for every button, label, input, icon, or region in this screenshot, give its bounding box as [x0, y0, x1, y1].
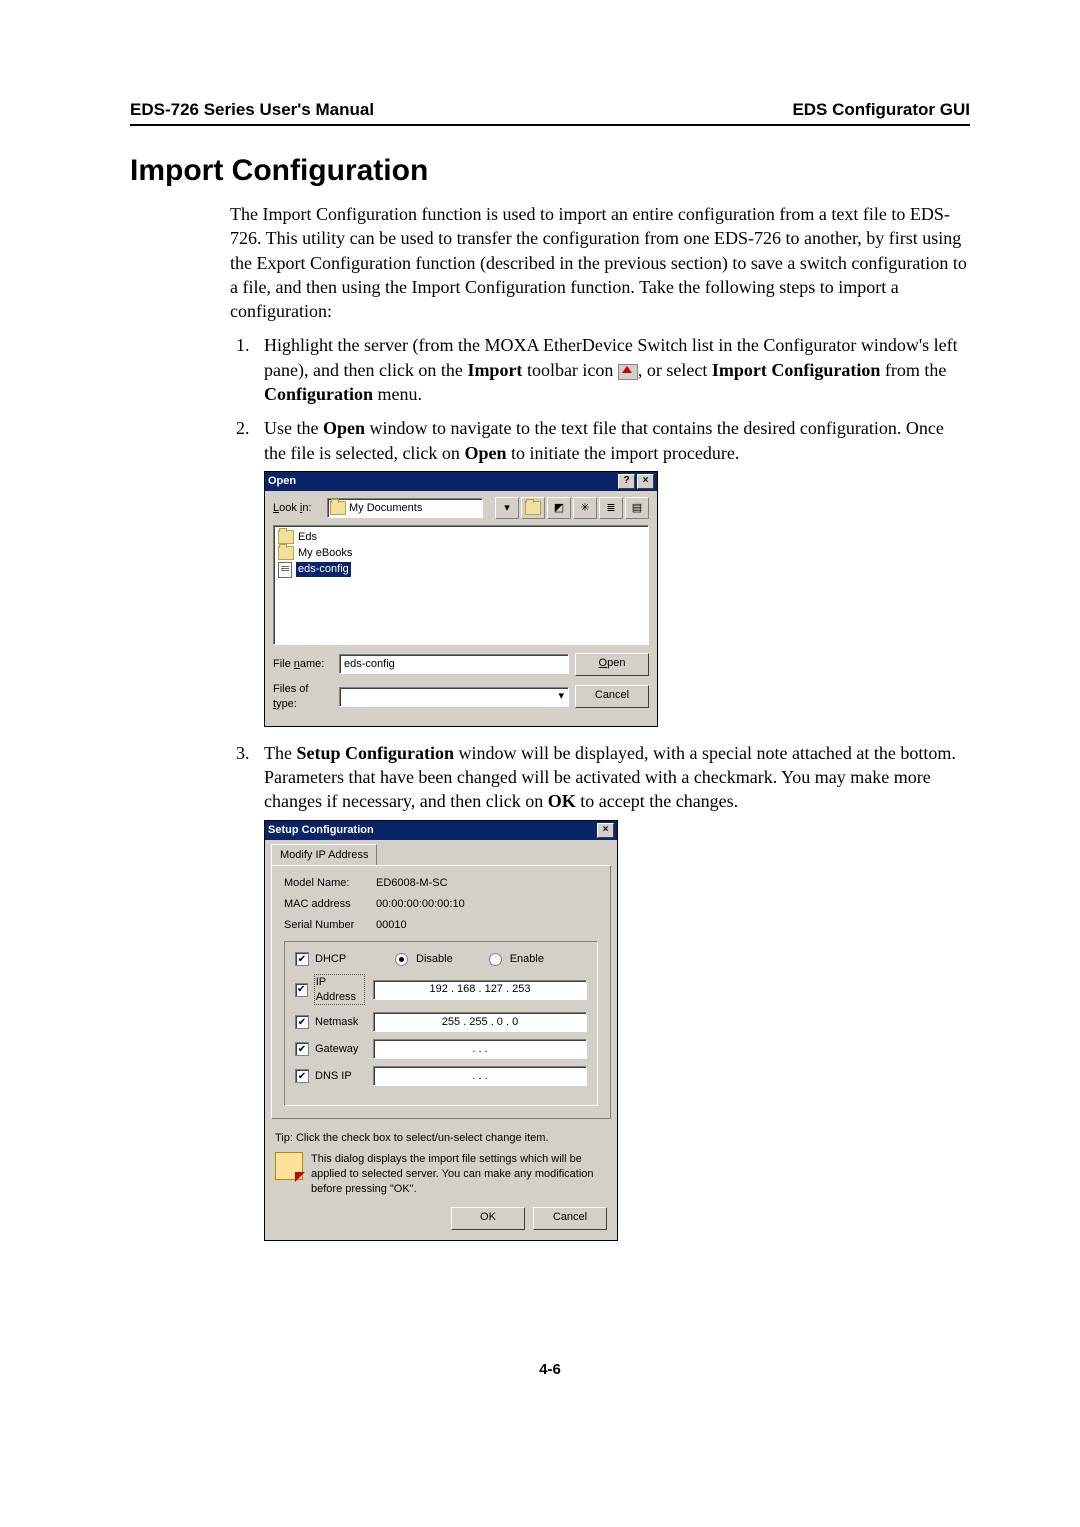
open-button[interactable]: Open [575, 653, 649, 676]
ok-button[interactable]: OK [451, 1207, 525, 1230]
file-list[interactable]: Eds My eBooks eds-config [273, 525, 649, 645]
import-toolbar-icon [618, 364, 638, 380]
filename-input[interactable]: eds-config [339, 654, 569, 674]
gateway-input[interactable]: . . . [373, 1039, 587, 1059]
lookin-combo[interactable]: My Documents [327, 498, 483, 518]
dropdown-icon[interactable]: ▾ [495, 497, 519, 519]
model-name-value: ED6008-M-SC [376, 876, 448, 891]
ip-settings-group: ✔ DHCP Disable Enable ✔ IP Address 192 . 1… [284, 941, 598, 1107]
tab-modify-ip[interactable]: Modify IP Address [271, 844, 377, 866]
note-icon [275, 1152, 303, 1180]
up-folder-icon[interactable] [521, 497, 545, 519]
disable-label: Disable [416, 952, 453, 967]
folder-icon [278, 546, 294, 560]
close-icon[interactable]: × [597, 823, 614, 838]
list-view-icon[interactable]: ≣ [599, 497, 623, 519]
mac-label: MAC address [284, 897, 364, 912]
enable-label: Enable [510, 952, 544, 967]
disable-radio[interactable] [395, 953, 408, 966]
intro-paragraph: The Import Configuration function is use… [230, 202, 970, 323]
header-left: EDS-726 Series User's Manual [130, 100, 374, 120]
dhcp-label: DHCP [315, 952, 346, 967]
mac-value: 00:00:00:00:00:10 [376, 897, 465, 912]
cancel-button[interactable]: Cancel [533, 1207, 607, 1230]
details-view-icon[interactable]: ▤ [625, 497, 649, 519]
gateway-label: Gateway [315, 1042, 358, 1057]
desktop-icon[interactable]: ◩ [547, 497, 571, 519]
step-1: Highlight the server (from the MOXA Ethe… [254, 333, 970, 406]
filetype-label: Files of type: [273, 682, 333, 712]
netmask-label: Netmask [315, 1015, 358, 1030]
ip-label: IP Address [314, 974, 365, 1006]
help-icon[interactable]: ? [618, 474, 635, 489]
note-text: This dialog displays the import file set… [311, 1152, 607, 1197]
step-2: Use the Open window to navigate to the t… [254, 416, 970, 726]
file-icon [278, 562, 292, 578]
netmask-checkbox[interactable]: ✔ [295, 1015, 309, 1029]
folder-icon [278, 530, 294, 544]
netmask-input[interactable]: 255 . 255 . 0 . 0 [373, 1012, 587, 1032]
open-dialog-title: Open [268, 474, 296, 489]
folder-icon [330, 501, 346, 515]
list-item[interactable]: eds-config [278, 562, 644, 578]
dhcp-checkbox[interactable]: ✔ [295, 952, 309, 966]
section-title: Import Configuration [130, 154, 970, 188]
dns-label: DNS IP [315, 1069, 352, 1084]
enable-radio[interactable] [489, 953, 502, 966]
filename-label: File name: [273, 657, 333, 672]
list-item[interactable]: Eds [278, 530, 644, 545]
serial-label: Serial Number [284, 918, 364, 933]
setup-config-dialog: Setup Configuration × Modify IP Address … [264, 820, 618, 1241]
cancel-button[interactable]: Cancel [575, 685, 649, 708]
lookin-label: Look in: [273, 501, 321, 516]
step-3: The Setup Configuration window will be d… [254, 741, 970, 1241]
open-dialog: Open ? × Look in: My Documents [264, 471, 658, 727]
filetype-combo[interactable]: ▾ [339, 687, 569, 707]
ip-checkbox[interactable]: ✔ [295, 983, 308, 997]
model-name-label: Model Name: [284, 876, 364, 891]
dns-checkbox[interactable]: ✔ [295, 1069, 309, 1083]
header-right: EDS Configurator GUI [792, 100, 970, 120]
new-folder-icon[interactable]: ✳ [573, 497, 597, 519]
ip-input[interactable]: 192 . 168 . 127 . 253 [373, 980, 587, 1000]
dns-input[interactable]: . . . [373, 1066, 587, 1086]
gateway-checkbox[interactable]: ✔ [295, 1042, 309, 1056]
setup-dialog-title: Setup Configuration [268, 823, 374, 838]
list-item[interactable]: My eBooks [278, 546, 644, 561]
tip-text: Tip: Click the check box to select/un-se… [265, 1125, 617, 1146]
serial-value: 00010 [376, 918, 407, 933]
close-icon[interactable]: × [637, 474, 654, 489]
page-number: 4-6 [130, 1361, 970, 1378]
